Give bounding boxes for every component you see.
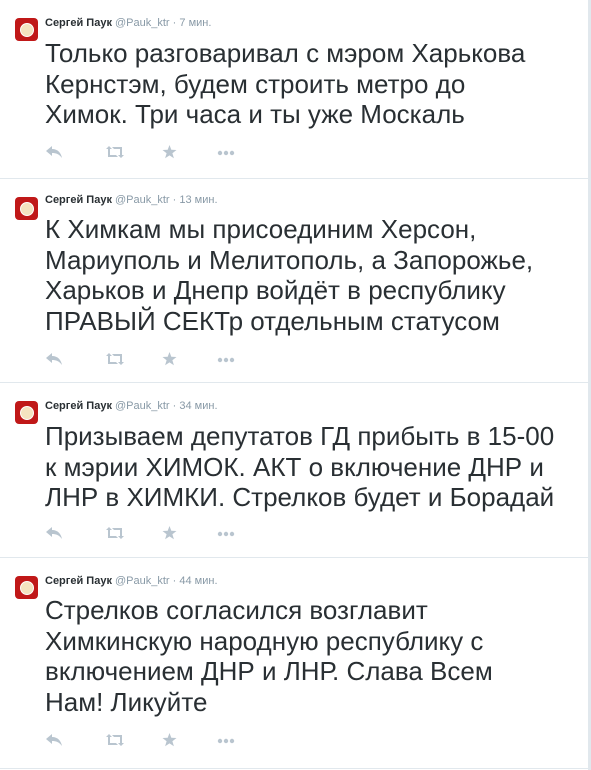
- reply-icon[interactable]: [45, 733, 63, 747]
- more-icon[interactable]: [217, 145, 235, 159]
- tweet-actions: [45, 352, 245, 368]
- reply-icon[interactable]: [45, 352, 63, 366]
- retweet-icon[interactable]: [105, 352, 125, 366]
- author-handle[interactable]: @Pauk_ktr: [115, 400, 170, 412]
- author-name[interactable]: Сергей Паук: [45, 575, 112, 587]
- tweet[interactable]: Сергей Паук @Pauk_ktr · 13 мин. К Химкам…: [0, 179, 588, 383]
- timestamp[interactable]: 34 мин.: [179, 400, 217, 412]
- tweet-text: Только разговаривал с мэром Харькова Кер…: [45, 38, 526, 129]
- retweet-icon[interactable]: [105, 733, 125, 747]
- separator: ·: [172, 194, 177, 206]
- separator: ·: [172, 400, 177, 412]
- author-name[interactable]: Сергей Паук: [45, 400, 112, 412]
- timestamp[interactable]: 13 мин.: [179, 194, 217, 206]
- star-icon[interactable]: [162, 733, 177, 747]
- author-handle[interactable]: @Pauk_ktr: [115, 575, 170, 587]
- separator: ·: [172, 575, 177, 587]
- avatar[interactable]: [15, 18, 38, 41]
- author-name[interactable]: Сергей Паук: [45, 194, 112, 206]
- avatar-emblem: [19, 405, 34, 420]
- tweet[interactable]: Сергей Паук @Pauk_ktr · 44 мин. Стрелков…: [0, 558, 588, 769]
- tweet-text: Призываем депутатов ГД прибыть в 15-00 к…: [45, 421, 555, 512]
- more-icon[interactable]: [217, 526, 235, 540]
- avatar[interactable]: [15, 401, 38, 424]
- author-name[interactable]: Сергей Паук: [45, 17, 112, 29]
- timestamp[interactable]: 44 мин.: [179, 575, 217, 587]
- separator: ·: [172, 17, 177, 29]
- avatar-emblem: [19, 580, 34, 595]
- tweet-actions: [45, 526, 245, 542]
- timestamp[interactable]: 7 мин.: [179, 17, 211, 29]
- avatar-emblem: [19, 22, 34, 37]
- more-icon[interactable]: [217, 733, 235, 747]
- tweet[interactable]: Сергей Паук @Pauk_ktr · 34 мин. Призывае…: [0, 383, 588, 558]
- tweet-header: Сергей Паук @Pauk_ktr · 44 мин.: [45, 575, 218, 587]
- retweet-icon[interactable]: [105, 145, 125, 159]
- author-handle[interactable]: @Pauk_ktr: [115, 17, 170, 29]
- retweet-icon[interactable]: [105, 526, 125, 540]
- tweet-actions: [45, 733, 245, 749]
- avatar-emblem: [19, 201, 34, 216]
- tweet[interactable]: Сергей Паук @Pauk_ktr · 7 мин. Только ра…: [0, 0, 588, 179]
- reply-icon[interactable]: [45, 526, 63, 540]
- avatar[interactable]: [15, 576, 38, 599]
- tweet-header: Сергей Паук @Pauk_ktr · 13 мин.: [45, 194, 218, 206]
- star-icon[interactable]: [162, 145, 177, 159]
- star-icon[interactable]: [162, 352, 177, 366]
- star-icon[interactable]: [162, 526, 177, 540]
- author-handle[interactable]: @Pauk_ktr: [115, 194, 170, 206]
- avatar[interactable]: [15, 197, 38, 220]
- tweet-header: Сергей Паук @Pauk_ktr · 34 мин.: [45, 400, 218, 412]
- tweet-actions: [45, 145, 245, 161]
- reply-icon[interactable]: [45, 145, 63, 159]
- tweet-text: К Химкам мы присоединим Херсон, Мариупол…: [45, 214, 534, 336]
- tweet-header: Сергей Паук @Pauk_ktr · 7 мин.: [45, 17, 211, 29]
- more-icon[interactable]: [217, 352, 235, 366]
- tweet-text: Стрелков согласился возглавит Химкинскую…: [45, 595, 493, 717]
